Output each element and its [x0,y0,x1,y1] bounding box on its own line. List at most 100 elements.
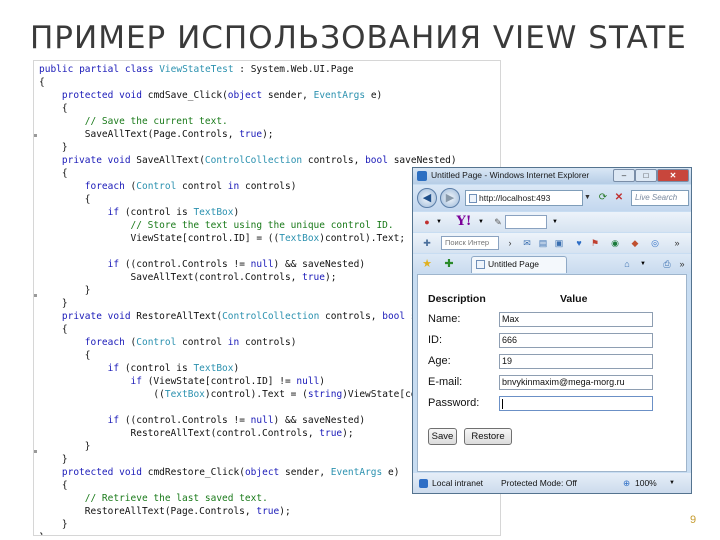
circle-icon[interactable]: ◉ [609,236,621,250]
yahoo-icon[interactable]: Y! [453,215,475,229]
code-line: { [39,480,68,491]
code-line: RestoreAllText(Page.Controls, true); [39,506,291,517]
code-line: } [39,441,91,452]
chevron-down-icon[interactable]: ▼ [551,215,559,229]
forward-icon: ▶ [445,192,455,204]
add-favorite-icon[interactable]: ✚ [443,257,455,271]
heart-icon[interactable]: ♥ [573,236,585,250]
code-line: SaveAllText(control.Controls, true); [39,272,337,283]
code-line: private void RestoreAllText(ControlColle… [61,311,474,322]
id-label: ID: [428,334,443,346]
yahoo-toolbar: ● ▼ Y! ▼ ✎ ▼ [413,212,691,232]
code-line: { [39,103,68,114]
window-titlebar: Untitled Page - Windows Internet Explore… [413,168,691,184]
close-button[interactable]: ✕ [657,169,689,182]
password-label: Password: [428,397,480,409]
code-line: ViewState[control.ID] = ((TextBox)contro… [39,233,406,244]
home-icon[interactable]: ⌂ [621,257,633,271]
code-line: { [39,324,68,335]
code-line: protected void cmdRestore_Click(object s… [61,467,400,478]
code-line: { [39,168,68,179]
stop-icon[interactable]: ✕ [612,191,626,205]
id-input[interactable]: 666 [499,333,653,348]
back-button[interactable]: ◀ [417,188,437,208]
mail-icon[interactable]: ✉ [521,236,533,250]
protected-mode-status[interactable]: Protected Mode: Off [501,473,577,493]
chevron-down-icon[interactable]: ▼ [669,473,675,493]
code-line: private void SaveAllText(ControlCollecti… [61,155,457,166]
collapse-marker [34,134,37,137]
code-line: SaveAllText(Page.Controls, true); [39,129,274,140]
code-line: { [39,77,45,88]
age-input[interactable]: 19 [499,354,653,369]
header-value: Value [560,293,588,305]
slide-title: ПРИМЕР ИСПОЛЬЗОВАНИЯ VIEW STATE [30,20,687,56]
live-search-input[interactable]: Live Search [631,190,689,206]
restore-button[interactable]: Restore [464,428,512,445]
browser-window: Untitled Page - Windows Internet Explore… [412,167,692,494]
code-line: protected void cmdSave_Click(object send… [61,90,383,101]
header-description: Description [428,293,486,305]
code-line: if (ViewState[control.ID] != null) [130,376,326,387]
code-line: // Save the current text. [84,116,228,127]
chevron-down-icon[interactable]: ▼ [477,215,485,229]
tab-untitled-page[interactable]: Untitled Page [471,256,567,273]
tab-row: ★ ✚ Untitled Page ⌂ ▼ ⎙ » [413,254,691,273]
page-icon [476,260,485,269]
chevron-right-icon[interactable]: » [677,257,687,271]
star-icon[interactable]: ★ [421,257,433,271]
window-title: Untitled Page - Windows Internet Explore… [431,170,590,180]
code-line: } [39,298,68,309]
password-input[interactable] [499,396,653,411]
window-icon[interactable]: ▣ [553,236,565,250]
code-line: foreach (Control control in controls) [84,181,297,192]
refresh-icon[interactable]: ⟳ [596,191,610,205]
chevron-right-icon[interactable]: » [671,236,683,250]
code-line: } [39,531,45,535]
code-line: public partial class ViewStateTest : Sys… [39,64,354,75]
email-input[interactable]: bnvykinmaxim@mega-morg.ru [499,375,653,390]
code-line: { [39,350,91,361]
collapse-marker [34,294,37,297]
code-line: } [39,285,91,296]
zoom-icon[interactable]: ⊕ [623,473,630,493]
flag-icon[interactable]: ⚑ [589,236,601,250]
shape-icon[interactable]: ◆ [629,236,641,250]
back-icon: ◀ [422,192,432,204]
save-button[interactable]: Save [428,428,457,445]
code-line: { [39,194,91,205]
email-label: E-mail: [428,376,463,388]
text-caret [502,398,503,409]
page-icon [469,194,477,203]
code-line: foreach (Control control in controls) [84,337,297,348]
chevron-down-icon[interactable]: ▼ [639,257,647,271]
page-content: Description Value Name: Max ID: 666 Age:… [417,274,687,472]
links-toolbar: ✚ Поиск Интер › ✉ ▤ ▣ ♥ ⚑ ◉ ◆ ◎ » [413,233,691,253]
yahoo-search-input[interactable] [505,215,547,229]
code-line: } [39,519,68,530]
code-line: // Store the text using the unique contr… [130,220,394,231]
intranet-icon [419,479,428,488]
name-input[interactable]: Max [499,312,653,327]
pencil-icon[interactable]: ✎ [493,215,503,229]
code-line: ((TextBox)control).Text = (string)ViewSt… [39,389,474,400]
code-line: RestoreAllText(control.Controls, true); [39,428,354,439]
address-input[interactable]: http://localhost:493 [465,190,583,206]
zoom-level[interactable]: 100% [635,473,657,493]
status-bar: Local intranet Protected Mode: Off ⊕ 100… [413,473,691,493]
globe-icon[interactable]: ◎ [649,236,661,250]
age-label: Age: [428,355,451,367]
pin-icon[interactable]: ✚ [421,236,433,250]
forward-button[interactable]: ▶ [440,188,460,208]
name-label: Name: [428,313,461,325]
maximize-button[interactable]: □ [635,169,657,182]
links-search-input[interactable]: Поиск Интер [441,236,499,250]
chevron-down-icon[interactable]: ▼ [435,215,443,229]
address-dropdown-icon[interactable]: ▼ [584,191,594,205]
print-icon[interactable]: ⎙ [661,257,673,271]
security-icon[interactable]: ● [421,215,433,229]
page-icon[interactable]: ▤ [537,236,549,250]
chevron-right-icon[interactable]: › [505,236,515,250]
minimize-button[interactable]: – [613,169,635,182]
collapse-marker [34,450,37,453]
